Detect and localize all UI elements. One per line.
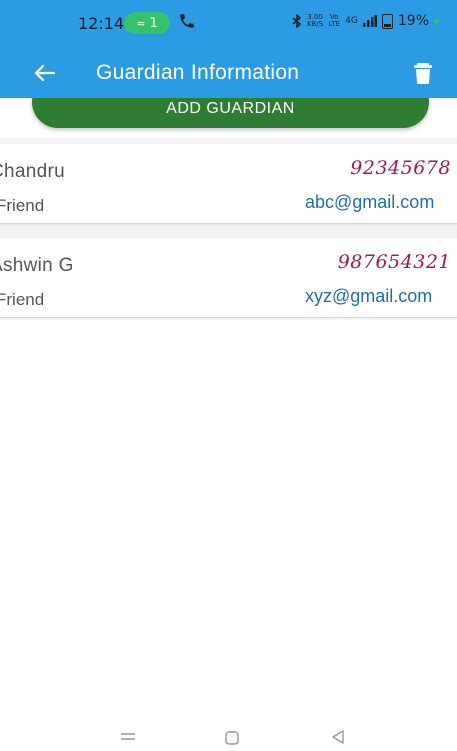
volte-label: Vo LTE [328,13,340,28]
menu-icon[interactable] [118,728,138,746]
guardian-relation: Friend [0,290,45,309]
guardian-card[interactable]: Ashwin G Friend 987654321 xyz@gmail.com [0,238,457,318]
status-time: 12:14 [78,14,125,33]
system-nav-bar [0,722,457,751]
hotspot-count: 1 [149,15,158,31]
app-bar: Guardian Information [0,48,457,98]
guardian-phone: 987654321 [337,251,451,273]
guardian-name: Chandru [0,161,65,182]
status-bar: 12:14 ≈ 1 3.00 KB/S Vo LTE 4G 19% [0,0,457,48]
arrow-left-icon[interactable] [30,58,60,88]
guardian-name: Ashwin G [0,255,74,276]
add-guardian-label: ADD GUARDIAN [166,100,295,117]
battery-icon [381,13,393,29]
wifi-icon: ≈ [136,16,146,30]
trash-icon[interactable] [409,59,437,87]
guardian-list: Chandru Friend 92345678 abc@gmail.com As… [0,138,457,318]
net-speed: 3.00 KB/S [306,13,324,28]
network-type: 4G [345,16,358,26]
bluetooth-icon [292,14,302,28]
card-separator [0,224,457,238]
status-right-group: 3.00 KB/S Vo LTE 4G 19% [292,13,439,29]
guardian-card[interactable]: Chandru Friend 92345678 abc@gmail.com [0,144,457,224]
guardian-email: abc@gmail.com [305,192,435,212]
guardian-phone: 92345678 [350,157,451,179]
phone-icon [180,14,194,28]
signal-icon [362,15,377,27]
hotspot-badge: ≈ 1 [124,12,170,34]
page-title: Guardian Information [96,61,300,84]
triangle-back-icon[interactable] [328,728,348,746]
charging-dot-icon [434,18,439,24]
guardian-relation: Friend [0,196,45,215]
home-icon[interactable] [222,728,242,746]
guardian-email: xyz@gmail.com [305,286,433,306]
battery-level: 19% [397,13,429,29]
